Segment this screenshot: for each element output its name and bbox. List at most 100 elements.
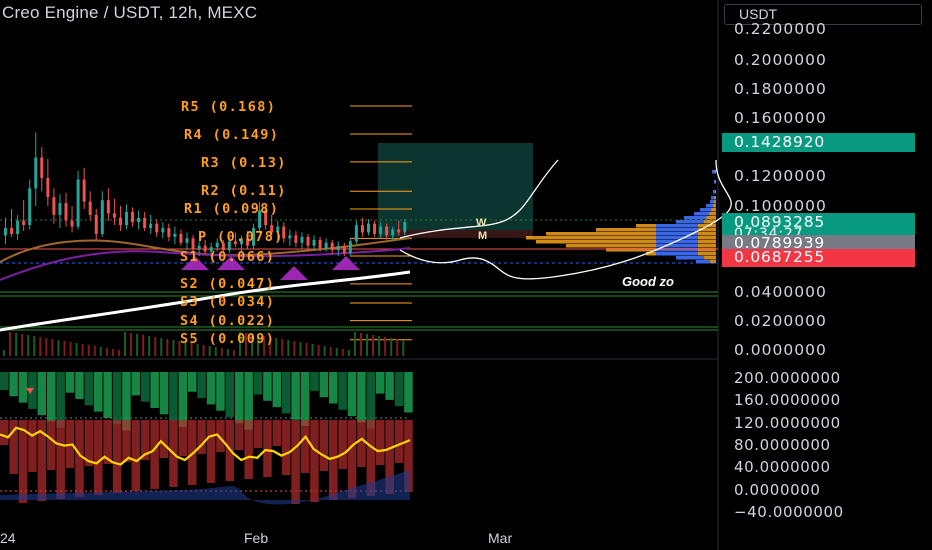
volume-bar [366,334,368,356]
volume-bar [9,332,12,356]
osc-red-bar [282,420,291,475]
candle-body [88,201,92,215]
osc-red-bar [28,420,37,472]
osc-green-bar [357,372,366,423]
volume-bar [166,339,169,356]
candle-body [360,225,364,233]
candle-body [100,200,104,234]
volume-bar [275,338,278,356]
pivot-label-s2: S2 (0.047) [180,276,276,292]
volume-bar [293,341,296,356]
candle-body [143,217,147,229]
osc-red-bar [131,420,141,491]
profile-bar-blue [656,236,698,240]
osc-green-bar [235,372,244,424]
volume-bar [99,347,102,356]
y-tick-label: 0.0000000 [734,341,827,359]
pivot-label-r4: R4 (0.149) [184,127,280,143]
candle-body [125,211,128,226]
volume-bar [63,341,66,356]
x-tick-label: Feb [244,530,269,546]
pivot-label-r3: R3 (0.13) [201,155,287,171]
volume-bar [281,339,284,356]
osc-green-bar [300,372,310,426]
volume-bar [81,344,84,356]
osc-green-bar [178,372,188,427]
osc-red-bar [150,420,159,489]
volume-bar [93,346,96,356]
volume-bar [329,347,332,356]
candle-body [131,211,135,223]
candle-body [34,157,38,189]
candle-body [149,223,153,229]
osc-red-bar [244,420,253,479]
candle-body [379,226,383,234]
osc-green-bar [216,372,225,411]
osc-red-bar [0,420,9,445]
volume-bar [226,349,229,356]
osc-red-bar [75,420,84,497]
candle-body [294,235,298,243]
osc-red-bar [329,420,338,500]
profile-bar-blue [711,196,715,200]
osc-red-bar [112,420,122,493]
candle-body [191,238,195,249]
profile-bar-blue [712,170,715,174]
volume-bar [341,349,344,356]
candle-body [173,233,177,237]
osc-red-bar [122,420,131,462]
osc-green-bar [75,372,84,399]
candle-body [82,179,86,202]
osc-green-bar [329,372,338,404]
candle-body [112,213,116,218]
candle-body [10,228,14,234]
osc-green-bar [9,372,18,397]
candle-body [318,239,322,249]
volume-bar [323,346,326,356]
osc-green-bar [18,372,28,403]
osc-green-bar [65,372,75,393]
osc-green-bar [394,372,404,407]
volume-bar [75,343,78,356]
candle-body [336,245,340,251]
osc-green-bar [253,372,263,395]
volume-bar [359,333,362,356]
osc-green-bar [197,372,206,399]
candle-body [155,223,159,233]
pivot-label-s1: S1 (0.066) [180,249,276,265]
osc-tick-label: 80.0000000 [734,436,831,454]
profile-bar-blue [656,252,698,256]
osc-green-bar [291,372,300,420]
osc-red-bar [206,420,216,483]
candle-body [70,220,74,227]
candle-body [391,229,395,236]
volume-bar [15,333,18,356]
price-badge: 0.1428920 [722,133,915,152]
osc-red-bar [159,420,169,458]
y-tick-label: 0.2000000 [734,51,827,69]
pivot-label-r2: R2 (0.11) [201,183,287,199]
volume-bar [172,340,175,356]
candle-body [106,200,110,214]
volume-bar [311,344,314,356]
osc-green-bar [150,372,159,408]
volume-bar [21,334,24,356]
osc-red-bar [338,420,347,469]
y-tick-label: 0.0400000 [734,283,827,301]
osc-green-bar [206,372,216,405]
osc-green-bar [103,372,112,418]
candle-body [16,220,20,234]
pivot-label-r1: R1 (0.098) [184,201,280,217]
osc-green-bar [112,372,122,425]
candle-body [46,178,50,198]
candle-body [403,222,407,233]
volume-bar [317,345,320,356]
osc-green-bar [404,372,413,413]
profile-bar-blue [713,190,716,194]
osc-green-bar [56,372,65,428]
candle-body [167,228,171,237]
osc-tick-label: 200.0000000 [734,369,841,387]
volume-bar [130,333,133,356]
candle-body [348,241,352,254]
volume-bar [402,340,405,356]
